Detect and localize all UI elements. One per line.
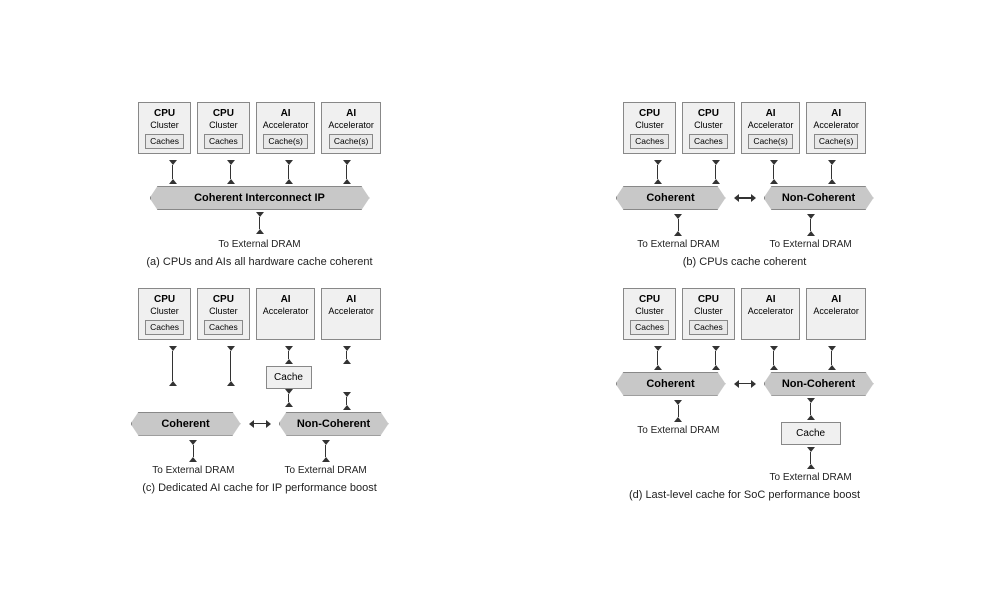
units-row-b: CPU Cluster Caches CPU Cluster Caches AI… (623, 102, 866, 154)
caption-b: (b) CPUs cache coherent (683, 256, 807, 268)
arrows-a (147, 160, 373, 184)
banner-left-b: Coherent (616, 186, 726, 210)
banner-right-b: Non-Coherent (764, 186, 874, 210)
banner-left-c: Coherent (131, 412, 241, 436)
banner-a: Coherent Interconnect IP (150, 186, 370, 210)
dram-right-c: To External DRAM (285, 440, 367, 476)
mid-cache-d: Cache (781, 422, 841, 445)
unit-ai1-a: AI Accelerator Cache(s) (256, 102, 316, 154)
drams-b: To External DRAM To External DRAM (637, 212, 852, 250)
banner-right-c: Non-Coherent (279, 412, 389, 436)
h-arrow-b (734, 194, 756, 202)
right-col-d: Cache To External DRAM (770, 398, 852, 483)
diagram-a: CPU Cluster Caches CPU Cluster Caches AI… (32, 102, 487, 268)
h-arrow-c (249, 420, 271, 428)
unit-ai2-b: AI Accelerator Cache(s) (806, 102, 866, 154)
arrow-col-1 (147, 160, 199, 184)
dram-left-c: To External DRAM (152, 440, 234, 476)
diagram-c: CPU Cluster Caches CPU Cluster Caches AI… (32, 288, 487, 501)
dram-a: To External DRAM (218, 239, 300, 250)
diagram-b: CPU Cluster Caches CPU Cluster Caches AI… (517, 102, 972, 268)
ai1-col-c: Cache (263, 346, 315, 407)
banners-b: Coherent Non-Coherent (616, 186, 874, 210)
arrow-col-3 (263, 160, 315, 184)
arrow-tip-up (169, 179, 177, 184)
arrow-col-2 (205, 160, 257, 184)
unit-cpu1-d: CPU Cluster Caches (623, 288, 676, 340)
units-row-a: CPU Cluster Caches CPU Cluster Caches AI… (138, 102, 381, 154)
ai2-col-c (321, 346, 373, 410)
caption-c: (c) Dedicated AI cache for IP performanc… (142, 482, 377, 494)
caption-d: (d) Last-level cache for SoC performance… (629, 489, 860, 501)
arrows-c-mid: Cache (147, 346, 373, 410)
unit-cpu1-b: CPU Cluster Caches (623, 102, 676, 154)
main-container: CPU Cluster Caches CPU Cluster Caches AI… (22, 92, 982, 510)
drams-c: To External DRAM To External DRAM (152, 438, 367, 476)
unit-cpu2-b: CPU Cluster Caches (682, 102, 735, 154)
units-row-d: CPU Cluster Caches CPU Cluster Caches AI… (623, 288, 866, 340)
h-arrow-d (734, 380, 756, 388)
unit-ai2-c: AI Accelerator (321, 288, 381, 340)
bottom-d: To External DRAM Cache (637, 398, 852, 483)
unit-cpu2-d: CPU Cluster Caches (682, 288, 735, 340)
caption-a: (a) CPUs and AIs all hardware cache cohe… (146, 256, 372, 268)
unit-ai2-a: AI Accelerator Cache(s) (321, 102, 381, 154)
unit-cpu1-a: CPU Cluster Caches (138, 102, 191, 154)
arrow-line (172, 165, 174, 179)
arrows-d-top (632, 346, 858, 370)
banners-d: Coherent Non-Coherent (616, 372, 874, 396)
banners-c: Coherent Non-Coherent (131, 412, 389, 436)
unit-cpu2-c: CPU Cluster Caches (197, 288, 250, 340)
dram-right-b: To External DRAM (770, 214, 852, 250)
dram-arrow-a (256, 212, 264, 234)
dram-left-d: To External DRAM (637, 400, 719, 436)
unit-ai2-d: AI Accelerator (806, 288, 866, 340)
dram-left-b: To External DRAM (637, 214, 719, 250)
mid-cache-c: Cache (266, 366, 312, 389)
unit-ai1-d: AI Accelerator (741, 288, 801, 340)
arrows-b-top (632, 160, 858, 184)
unit-cpu1-c: CPU Cluster Caches (138, 288, 191, 340)
diagram-d: CPU Cluster Caches CPU Cluster Caches AI… (517, 288, 972, 501)
units-row-c: CPU Cluster Caches CPU Cluster Caches AI… (138, 288, 381, 340)
arrow-col-4 (321, 160, 373, 184)
unit-ai1-c: AI Accelerator (256, 288, 316, 340)
unit-ai1-b: AI Accelerator Cache(s) (741, 102, 801, 154)
banner-left-d: Coherent (616, 372, 726, 396)
unit-cpu2-a: CPU Cluster Caches (197, 102, 250, 154)
banner-right-d: Non-Coherent (764, 372, 874, 396)
